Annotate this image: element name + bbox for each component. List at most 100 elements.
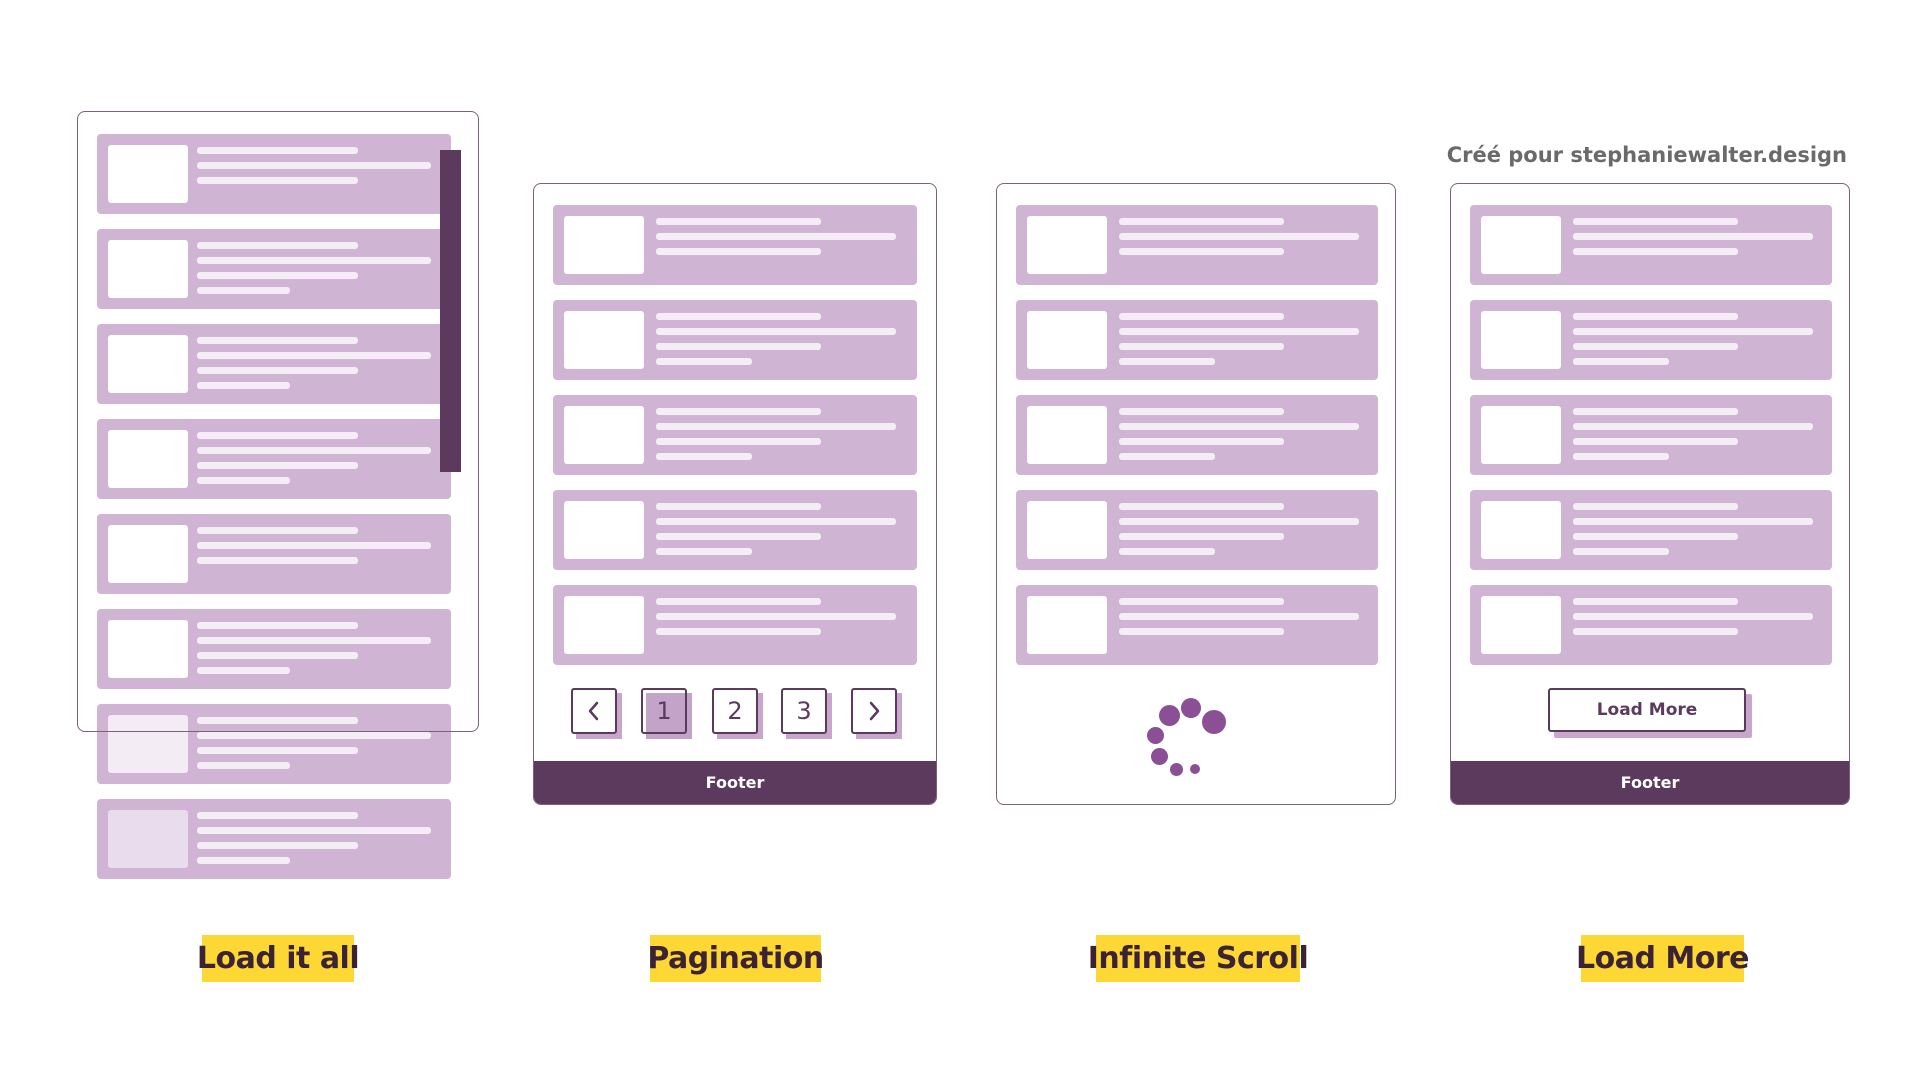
- text-line-placeholder: [197, 812, 358, 819]
- list-item-card: [1016, 300, 1378, 380]
- text-line-placeholder: [1119, 408, 1284, 415]
- text-line-placeholder: [1573, 453, 1669, 460]
- text-line-placeholder: [197, 762, 290, 769]
- label-load-it-all: Load it all: [197, 935, 360, 982]
- text-line-placeholder: [1119, 218, 1284, 225]
- text-line-placeholder: [1573, 218, 1738, 225]
- text-line-placeholder: [1573, 313, 1738, 320]
- text-line-placeholder: [1573, 233, 1813, 240]
- thumbnail-placeholder: [564, 406, 644, 464]
- text-line-placeholder: [656, 628, 821, 635]
- prev-page-button[interactable]: [571, 688, 622, 739]
- text-line-placeholder: [656, 358, 752, 365]
- text-line-placeholder: [1573, 613, 1813, 620]
- label-pagination: Pagination: [647, 935, 824, 982]
- text-line-placeholder: [1573, 598, 1738, 605]
- list-item-card: [1016, 395, 1378, 475]
- text-line-placeholder: [1573, 358, 1669, 365]
- panel-load-it-all: [77, 111, 479, 732]
- text-line-placeholder: [197, 747, 358, 754]
- text-line-placeholder: [1119, 598, 1284, 605]
- text-line-placeholder: [656, 453, 752, 460]
- text-line-placeholder: [1119, 328, 1359, 335]
- text-line-placeholder: [197, 732, 431, 739]
- text-line-placeholder: [1119, 503, 1284, 510]
- text-line-placeholder: [1119, 313, 1284, 320]
- text-line-placeholder: [1119, 423, 1359, 430]
- chevron-left-icon: [588, 701, 599, 721]
- credit-text: Créé pour stephaniewalter.design: [1446, 143, 1847, 167]
- text-line-placeholder: [656, 328, 896, 335]
- thumbnail-placeholder: [1027, 501, 1107, 559]
- text-line-placeholder: [656, 423, 896, 430]
- load-more-button[interactable]: Load More: [1548, 688, 1752, 738]
- thumbnail-placeholder: [1481, 406, 1561, 464]
- thumbnail-placeholder: [564, 596, 644, 654]
- text-line-placeholder: [656, 248, 821, 255]
- thumbnail-placeholder: [1481, 311, 1561, 369]
- text-line-placeholder: [1119, 518, 1359, 525]
- list-item-card: [1470, 585, 1832, 665]
- text-line-placeholder: [1573, 533, 1738, 540]
- list-item-card: [1470, 300, 1832, 380]
- text-line-placeholder: [656, 408, 821, 415]
- thumbnail-placeholder: [1027, 311, 1107, 369]
- text-line-placeholder: [656, 438, 821, 445]
- text-line-placeholder: [1573, 438, 1738, 445]
- list-item-card: [553, 300, 917, 380]
- list-item-card: [553, 585, 917, 665]
- spinner-dot: [1147, 727, 1164, 744]
- list-item-card: [1470, 395, 1832, 475]
- list-item-card: [1016, 585, 1378, 665]
- list-item-card: [553, 395, 917, 475]
- page-3-button[interactable]: 3: [781, 688, 832, 739]
- label-infinite-scroll: Infinite Scroll: [1088, 935, 1309, 982]
- page-1-button[interactable]: 1: [641, 688, 692, 739]
- text-line-placeholder: [656, 218, 821, 225]
- text-line-placeholder: [1573, 518, 1813, 525]
- text-line-placeholder: [1573, 503, 1738, 510]
- text-line-placeholder: [656, 598, 821, 605]
- spinner-dot: [1190, 764, 1200, 774]
- list-item-card: [1470, 205, 1832, 285]
- next-page-button[interactable]: [851, 688, 902, 739]
- text-line-placeholder: [1573, 548, 1669, 555]
- spinner-dot: [1181, 698, 1201, 718]
- list-item-card: [553, 205, 917, 285]
- thumbnail-placeholder: [1027, 596, 1107, 654]
- text-line-placeholder: [1573, 408, 1738, 415]
- text-line-placeholder: [1119, 358, 1215, 365]
- panel-infinite-scroll: [996, 183, 1396, 805]
- text-line-placeholder: [197, 842, 358, 849]
- text-line-placeholder: [1573, 628, 1738, 635]
- text-line-placeholder: [656, 503, 821, 510]
- text-line-placeholder: [656, 343, 821, 350]
- page-number: 2: [727, 697, 743, 725]
- text-line-placeholder: [656, 233, 896, 240]
- thumbnail-placeholder: [1027, 406, 1107, 464]
- thumbnail-placeholder: [564, 501, 644, 559]
- text-line-placeholder: [1573, 343, 1738, 350]
- text-line-placeholder: [656, 313, 821, 320]
- thumbnail-placeholder: [108, 810, 188, 868]
- text-line-placeholder: [656, 548, 752, 555]
- load-more-button-label: Load More: [1596, 700, 1698, 720]
- text-line-placeholder: [656, 518, 896, 525]
- text-line-placeholder: [1119, 248, 1284, 255]
- spinner-dot: [1151, 748, 1168, 765]
- text-line-placeholder: [1573, 423, 1813, 430]
- list-item-card: [1016, 490, 1378, 570]
- footer: Footer: [1451, 761, 1849, 804]
- text-line-placeholder: [1119, 453, 1215, 460]
- page-2-button[interactable]: 2: [712, 688, 763, 739]
- spinner-dot: [1159, 705, 1180, 726]
- panel-pagination: 1 2 3 Footer: [533, 183, 937, 805]
- page-number: 1: [656, 697, 672, 725]
- text-line-placeholder: [1573, 328, 1813, 335]
- text-line-placeholder: [1119, 343, 1284, 350]
- scrollbar-thumb[interactable]: [440, 150, 461, 472]
- text-line-placeholder: [656, 613, 896, 620]
- text-line-placeholder: [197, 857, 290, 864]
- spinner-dot: [1170, 763, 1183, 776]
- list-item-card: [1470, 490, 1832, 570]
